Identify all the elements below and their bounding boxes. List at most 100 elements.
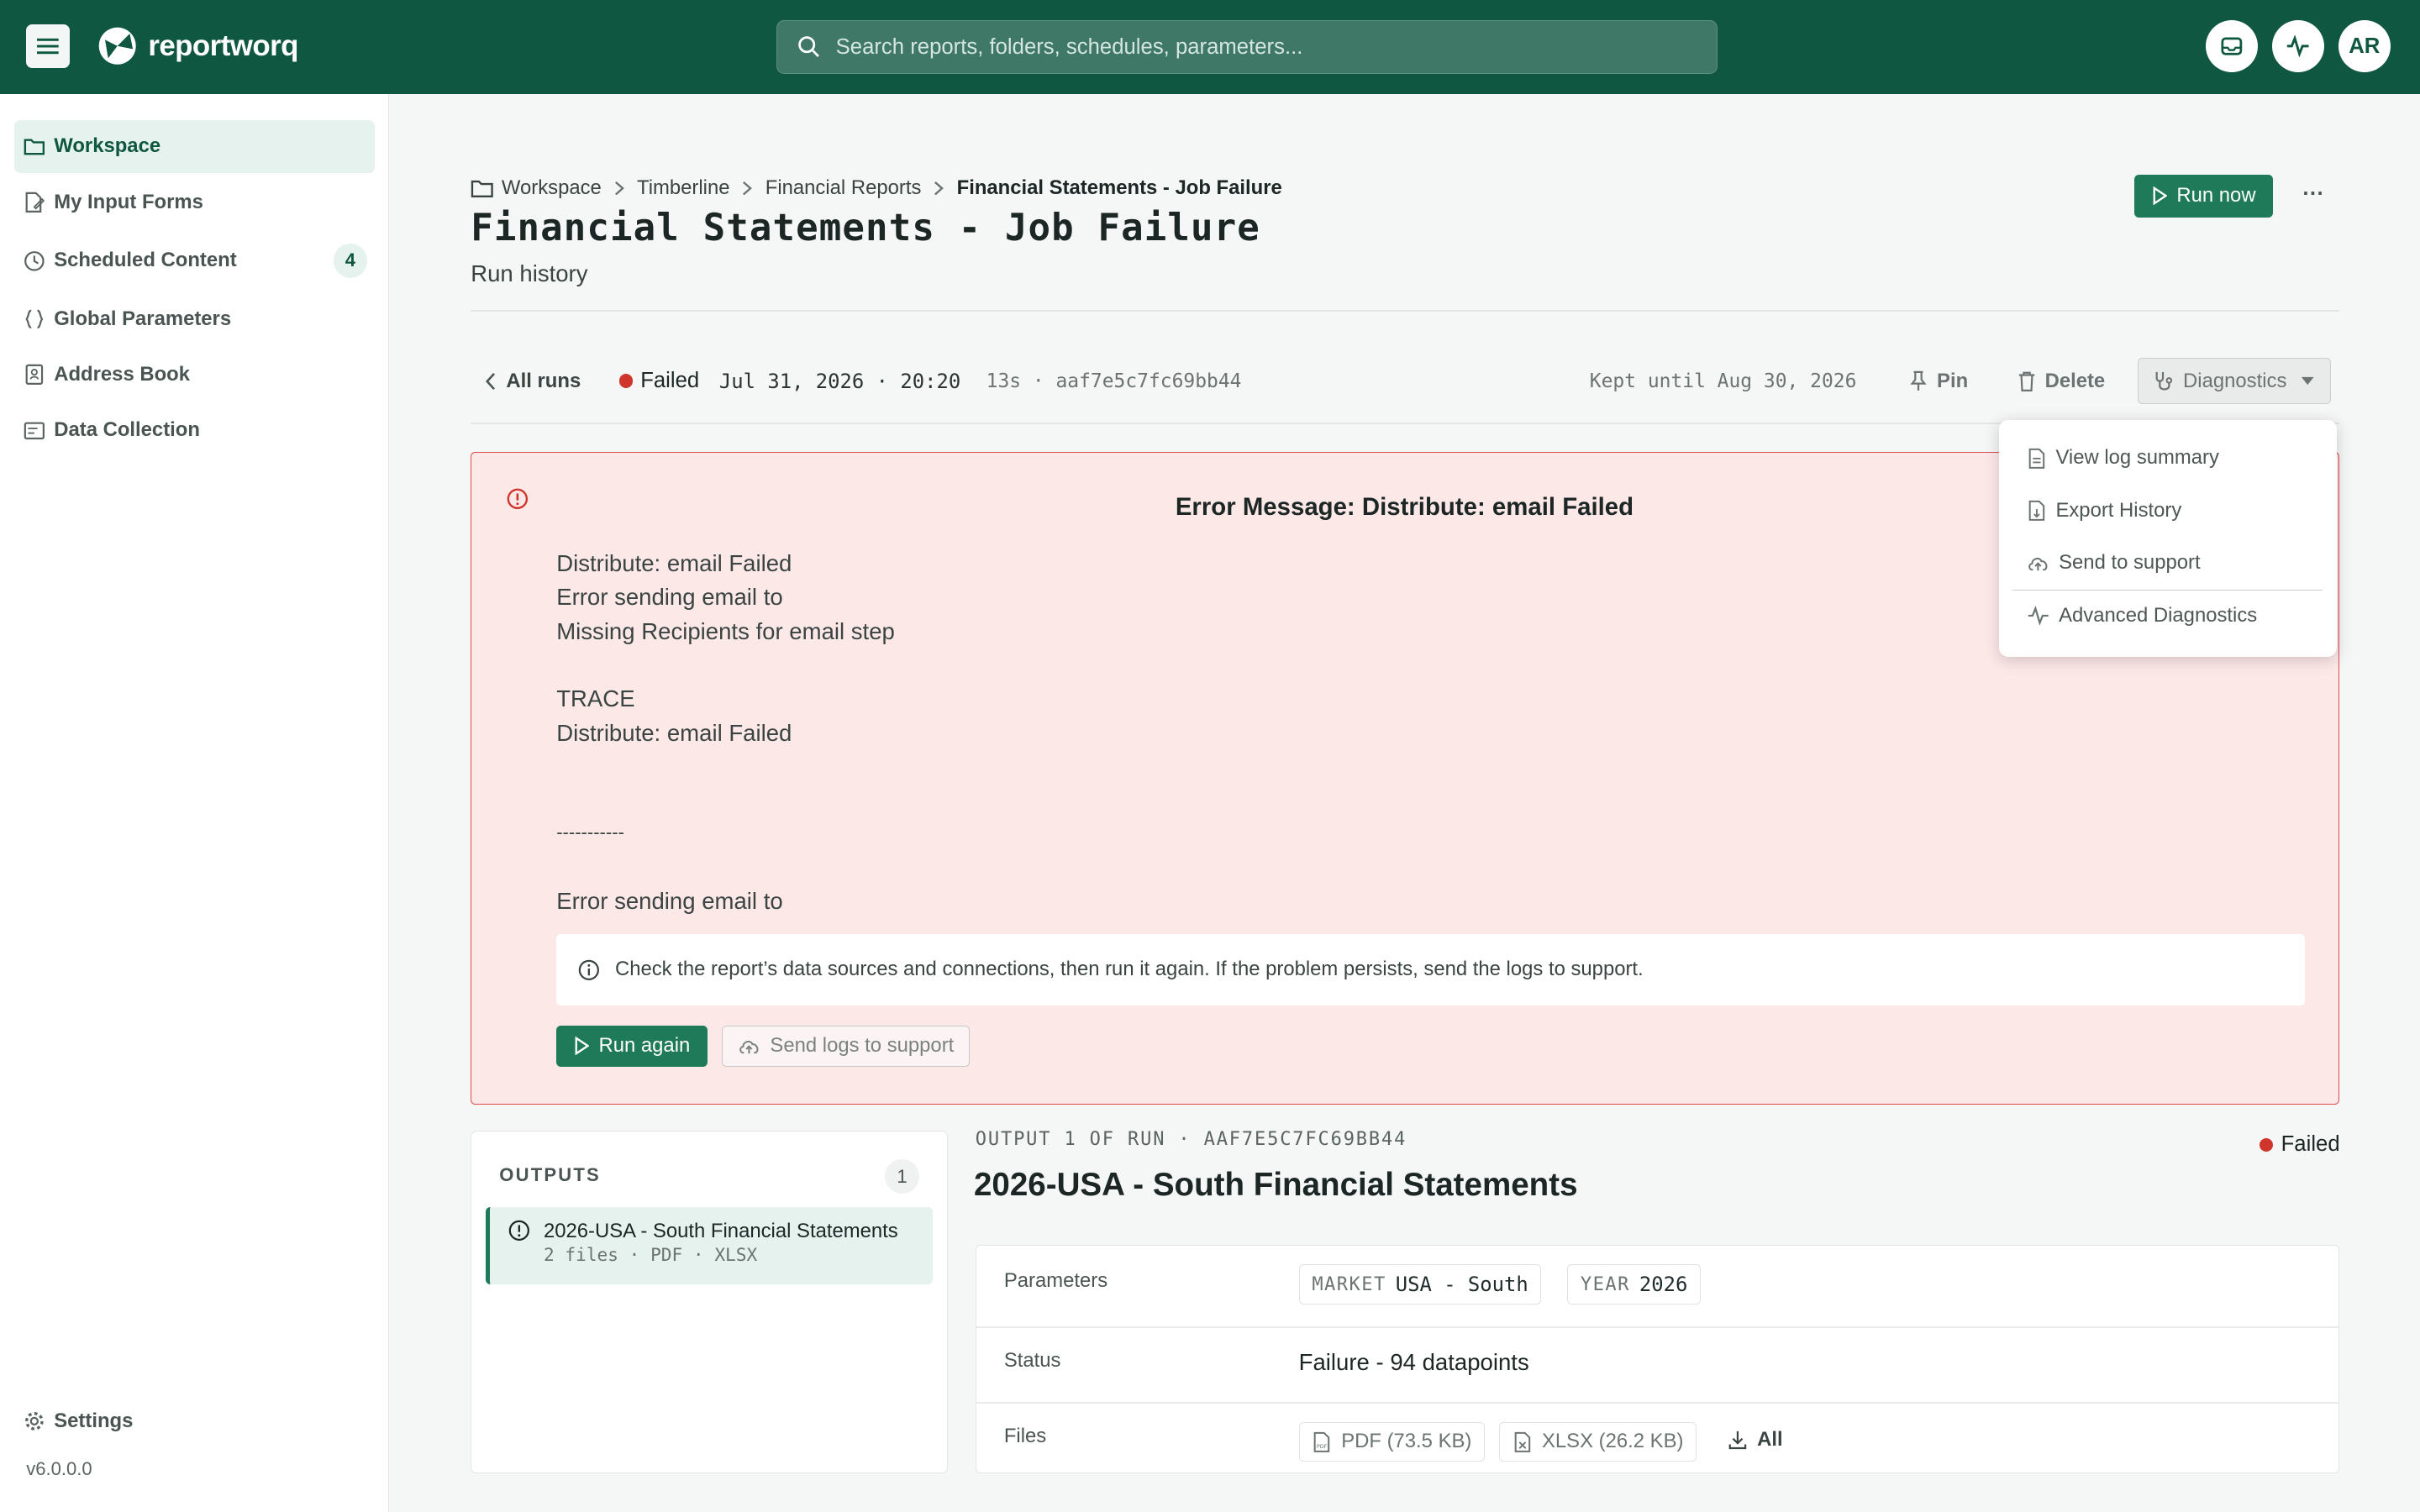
menu-item-label: Export History bbox=[2055, 498, 2182, 522]
error-line: Error sending email to bbox=[556, 584, 783, 611]
output-status-label: Failed bbox=[2281, 1132, 2340, 1157]
sidebar-item-address-book[interactable]: Address Book bbox=[14, 349, 376, 401]
hamburger-icon bbox=[37, 38, 59, 55]
breadcrumb-financial-reports[interactable]: Financial Reports bbox=[765, 176, 922, 200]
menu-item-label: View log summary bbox=[2055, 446, 2219, 470]
failed-status-dot bbox=[2259, 1137, 2274, 1152]
menu-item-advanced-diagnostics[interactable]: Advanced Diagnostics bbox=[2027, 600, 2258, 631]
app-version: v6.0.0.0 bbox=[26, 1457, 92, 1479]
run-again-button[interactable]: Run again bbox=[556, 1025, 708, 1068]
output-status: Failed bbox=[2259, 1131, 2340, 1158]
sidebar-item-global-parameters[interactable]: Global Parameters bbox=[14, 293, 376, 345]
search-icon bbox=[797, 36, 819, 58]
sidebar-item-label: Settings bbox=[54, 1409, 134, 1432]
file-download-pdf[interactable]: PDF PDF (73.5 KB) bbox=[1298, 1421, 1486, 1462]
sidebar-item-label: Scheduled Content bbox=[54, 249, 237, 272]
output-detail-card: Parameters MARKET USA - South YEAR 2026 … bbox=[975, 1245, 2340, 1474]
send-logs-label: Send logs to support bbox=[770, 1034, 955, 1058]
document-icon bbox=[2028, 448, 2044, 469]
header-divider bbox=[471, 310, 2340, 312]
error-line: Error sending email to bbox=[556, 888, 783, 915]
send-logs-button[interactable]: Send logs to support bbox=[721, 1025, 971, 1068]
run-now-button[interactable]: Run now bbox=[2134, 174, 2274, 218]
run-duration-id: 13s · aaf7e5c7fc69bb44 bbox=[986, 370, 1242, 392]
all-runs-link[interactable]: All runs bbox=[485, 354, 581, 407]
activity-icon bbox=[2286, 35, 2309, 57]
chevron-right-icon bbox=[934, 181, 944, 196]
user-avatar[interactable]: AR bbox=[2338, 19, 2391, 73]
error-hint: Check the report’s data sources and conn… bbox=[556, 934, 2306, 1005]
diagnostics-label: Diagnostics bbox=[2183, 369, 2287, 392]
error-trace-label: TRACE bbox=[556, 685, 635, 712]
sidebar-item-label: Data Collection bbox=[54, 418, 200, 442]
breadcrumb-timberline[interactable]: Timberline bbox=[637, 176, 730, 200]
sidebar-item-settings[interactable]: Settings bbox=[14, 1394, 376, 1446]
outputs-panel: OUTPUTS 1 2026-USA - South Financial Sta… bbox=[471, 1131, 948, 1474]
sidebar-item-label: My Input Forms bbox=[54, 190, 203, 213]
menu-item-label: Send to support bbox=[2059, 551, 2201, 575]
pin-button[interactable]: Pin bbox=[1909, 354, 1968, 407]
output-detail-header: OUTPUT 1 OF RUN · AAF7E5C7FC69BB44 bbox=[975, 1129, 1407, 1151]
chevron-right-icon bbox=[742, 181, 753, 196]
info-icon bbox=[578, 959, 599, 980]
status-label: Status bbox=[1003, 1349, 1061, 1373]
chevron-left-icon bbox=[485, 372, 495, 390]
more-options-button[interactable]: ··· bbox=[2293, 177, 2333, 211]
trash-icon bbox=[2018, 371, 2034, 391]
sidebar-item-data-collection[interactable]: Data Collection bbox=[14, 404, 376, 456]
clock-icon bbox=[24, 250, 45, 271]
breadcrumb-workspace[interactable]: Workspace bbox=[502, 176, 602, 200]
all-runs-label: All runs bbox=[506, 369, 581, 392]
spreadsheet-file-icon bbox=[1514, 1431, 1531, 1452]
sidebar-item-scheduled-content[interactable]: Scheduled Content 4 bbox=[14, 234, 376, 286]
output-title: 2026-USA - South Financial Statements bbox=[973, 1166, 1578, 1203]
caret-down-icon bbox=[2301, 377, 2314, 386]
run-datetime: Jul 31, 2026 · 20:20 bbox=[718, 369, 961, 393]
file-label: XLSX (26.2 KB) bbox=[1542, 1430, 1684, 1453]
menu-item-label: Advanced Diagnostics bbox=[2059, 603, 2258, 627]
menu-item-send-to-support[interactable]: Send to support bbox=[2027, 548, 2201, 579]
activity-button[interactable] bbox=[2271, 19, 2325, 73]
sidebar-item-label: Global Parameters bbox=[54, 307, 232, 331]
delete-button[interactable]: Delete bbox=[2018, 354, 2105, 407]
sidebar-item-input-forms[interactable]: My Input Forms bbox=[14, 176, 376, 228]
search-input[interactable] bbox=[835, 34, 1701, 60]
parameter-chip-year: YEAR 2026 bbox=[1567, 1264, 1702, 1305]
app-logo[interactable]: reportworq bbox=[96, 24, 298, 67]
diagnostics-menu: View log summary Export History Send to … bbox=[1998, 419, 2337, 658]
row-divider bbox=[976, 1401, 2339, 1404]
run-toolbar: All runs Failed Jul 31, 2026 · 20:20 13s… bbox=[471, 354, 2339, 407]
pin-label: Pin bbox=[1937, 369, 1969, 392]
error-hint-text: Check the report’s data sources and conn… bbox=[614, 958, 1644, 981]
form-edit-icon bbox=[25, 192, 45, 213]
play-icon bbox=[575, 1037, 590, 1056]
output-list-item[interactable]: 2026-USA - South Financial Statements 2 … bbox=[485, 1207, 934, 1285]
run-status: Failed bbox=[618, 354, 699, 407]
sidebar-item-workspace[interactable]: Workspace bbox=[13, 120, 376, 173]
chevron-right-icon bbox=[614, 181, 625, 196]
pin-icon bbox=[1910, 370, 1927, 391]
play-icon bbox=[2153, 186, 2168, 206]
download-all-button[interactable]: All bbox=[1728, 1427, 1783, 1452]
breadcrumb: Workspace Timberline Financial Reports F… bbox=[471, 175, 1282, 202]
error-line: Distribute: email Failed bbox=[556, 549, 792, 576]
failed-status-dot bbox=[618, 374, 634, 388]
cloud-upload-icon bbox=[2028, 558, 2048, 571]
inbox-icon bbox=[2221, 37, 2243, 55]
sidebar: Workspace My Input Forms Scheduled Conte… bbox=[0, 94, 389, 1512]
inbox-button[interactable] bbox=[2205, 19, 2259, 73]
global-search[interactable] bbox=[776, 19, 1718, 75]
file-download-xlsx[interactable]: XLSX (26.2 KB) bbox=[1499, 1421, 1697, 1462]
menu-item-export-history[interactable]: Export History bbox=[2027, 496, 2182, 527]
download-all-label: All bbox=[1757, 1427, 1783, 1451]
diagnostics-button[interactable]: Diagnostics bbox=[2137, 358, 2331, 405]
run-now-label: Run now bbox=[2176, 184, 2256, 207]
error-separator: ----------- bbox=[556, 822, 624, 843]
menu-button[interactable] bbox=[26, 24, 70, 68]
run-again-label: Run again bbox=[598, 1034, 691, 1058]
outputs-count-badge: 1 bbox=[885, 1159, 919, 1194]
parameter-key: MARKET bbox=[1312, 1273, 1386, 1295]
parameter-value: USA - South bbox=[1395, 1273, 1528, 1297]
file-export-icon bbox=[2028, 500, 2044, 521]
menu-item-view-log-summary[interactable]: View log summary bbox=[2027, 443, 2219, 474]
